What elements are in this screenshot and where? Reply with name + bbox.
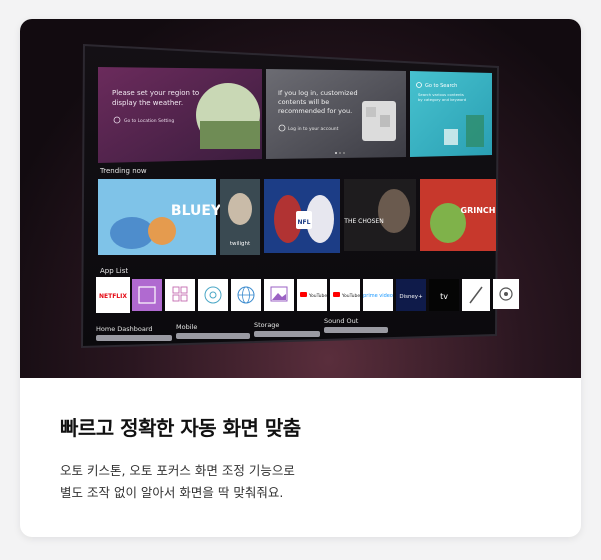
weather-card[interactable]: Please set your region to display the we…	[98, 67, 262, 163]
feature-card: Please set your region to display the we…	[20, 19, 581, 537]
app-tile-youtube[interactable]: YouTube	[330, 279, 360, 311]
youtube-label: YouTube	[341, 293, 361, 299]
tab-label: Storage	[254, 321, 279, 329]
app-list-label: App List	[100, 267, 128, 275]
tab-label: Mobile	[176, 323, 197, 331]
app-tile-netflix[interactable]: NETFLIX	[96, 277, 130, 313]
netflix-logo: NETFLIX	[99, 293, 127, 300]
trending-tile[interactable]: NFL	[264, 179, 340, 253]
app-tile[interactable]	[493, 279, 519, 309]
location-setting-link[interactable]: Go to Location Setting	[124, 118, 174, 124]
trending-title: twilight	[230, 241, 251, 247]
trending-row: BLUEY twilight NFL THE CHOSEN GRINCH	[98, 179, 496, 255]
app-tile-apple-tv[interactable]: tv	[429, 279, 459, 311]
youtube-label: YouTube	[308, 293, 328, 299]
app-list-row: NETFLIX YouTube YouTube prime video Disn…	[96, 277, 519, 313]
hero-image: Please set your region to display the we…	[20, 19, 581, 378]
disney-plus-logo: Disney+	[399, 294, 423, 300]
login-text-1: If you log in, customized	[278, 89, 358, 97]
tv-screen-illustration: Please set your region to display the we…	[80, 43, 519, 349]
login-link[interactable]: Log in to your account	[288, 126, 339, 132]
trending-tile[interactable]: BLUEY	[98, 179, 222, 255]
trending-title: THE CHOSEN	[343, 218, 383, 225]
description-line-2: 별도 조작 없이 알아서 화면을 딱 맞춰줘요.	[60, 485, 284, 500]
login-card[interactable]: If you log in, customized contents will …	[266, 69, 406, 159]
search-sub-2: by category and keyword	[418, 97, 467, 102]
trending-title: GRINCH	[461, 206, 496, 215]
apple-tv-logo: tv	[440, 292, 448, 301]
prime-video-logo: prime video	[363, 293, 393, 299]
login-text-3: recommended for you.	[278, 107, 352, 115]
app-tile[interactable]	[462, 279, 490, 311]
feature-headline: 빠르고 정확한 자동 화면 맞춤	[60, 416, 301, 440]
trending-label: Trending now	[99, 167, 147, 175]
weather-text-1: Please set your region to	[112, 89, 199, 97]
trending-tile[interactable]: THE CHOSEN	[343, 179, 416, 251]
app-tile[interactable]	[132, 279, 162, 311]
app-tile[interactable]	[264, 279, 294, 311]
youtube-icon	[300, 292, 307, 297]
weather-text-2: display the weather.	[112, 99, 183, 107]
tab-label: Home Dashboard	[96, 325, 153, 333]
feature-description: 오토 키스톤, 오토 포커스 화면 조정 기능으로 별도 조작 없이 알아서 화…	[60, 460, 295, 504]
trending-tile[interactable]: GRINCH	[420, 179, 496, 251]
card-text: 빠르고 정확한 자동 화면 맞춤 오토 키스톤, 오토 포커스 화면 조정 기능…	[20, 378, 581, 537]
description-line-1: 오토 키스톤, 오토 포커스 화면 조정 기능으로	[60, 463, 295, 478]
login-text-2: contents will be	[278, 98, 329, 106]
app-tile[interactable]	[231, 279, 261, 311]
search-title: Go to Search	[425, 83, 457, 89]
trending-tile[interactable]: twilight	[220, 179, 260, 255]
app-tile-youtube[interactable]: YouTube	[297, 279, 327, 311]
tab-label: Sound Out	[324, 317, 359, 325]
app-tile[interactable]	[165, 279, 195, 311]
app-tile-disney-plus[interactable]: Disney+	[396, 279, 426, 311]
search-card[interactable]: Go to Search Search various contents by …	[410, 71, 492, 157]
app-tile-prime-video[interactable]: prime video	[363, 279, 393, 311]
trending-title: BLUEY	[171, 203, 222, 219]
app-tile[interactable]	[198, 279, 228, 311]
youtube-icon	[333, 292, 340, 297]
trending-title: NFL	[298, 219, 311, 226]
